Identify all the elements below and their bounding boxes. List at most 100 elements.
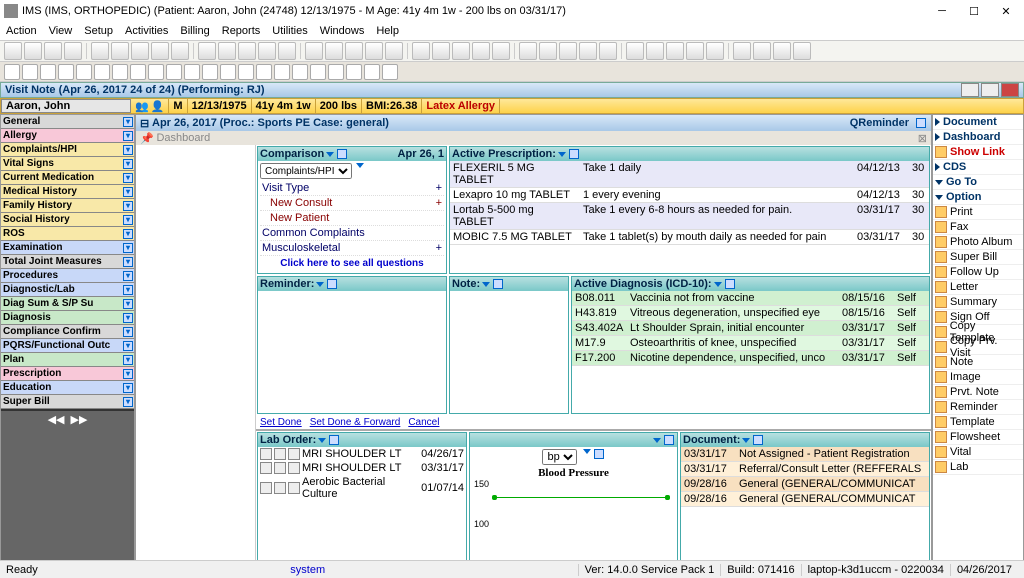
chevron-down-icon[interactable]: ▾ <box>123 355 133 365</box>
rnav-prvt-note[interactable]: Prvt. Note <box>933 385 1023 400</box>
nav-prev-icon[interactable]: ◀◀ <box>48 413 65 426</box>
rnav-go-to[interactable]: Go To <box>933 175 1023 190</box>
dropdown-icon[interactable] <box>742 438 750 443</box>
rnav-summary[interactable]: Summary <box>933 295 1023 310</box>
subtoolbar-icon[interactable] <box>202 64 218 80</box>
toolbar-icon[interactable] <box>345 42 363 60</box>
chevron-down-icon[interactable]: ▾ <box>123 131 133 141</box>
toolbar-icon[interactable] <box>44 42 62 60</box>
toolbar-icon[interactable] <box>218 42 236 60</box>
toolbar-icon[interactable] <box>793 42 811 60</box>
chevron-down-icon[interactable]: ▾ <box>123 201 133 211</box>
toolbar-icon[interactable] <box>198 42 216 60</box>
nav-allergy[interactable]: Allergy▾ <box>1 129 134 143</box>
diag-row[interactable]: M17.9Osteoarthritis of knee, unspecified… <box>572 336 929 351</box>
maximize-button[interactable]: ☐ <box>960 2 988 20</box>
rnav-flowsheet[interactable]: Flowsheet <box>933 430 1023 445</box>
toolbar-icon[interactable] <box>539 42 557 60</box>
rnav-copy-prv-visit[interactable]: Copy Prv. Visit <box>933 340 1023 355</box>
nav-family-history[interactable]: Family History▾ <box>1 199 134 213</box>
dropdown-icon[interactable] <box>714 282 722 287</box>
rnav-reminder[interactable]: Reminder <box>933 400 1023 415</box>
subtoolbar-icon[interactable] <box>130 64 146 80</box>
menu-billing[interactable]: Billing <box>180 25 209 37</box>
comparison-dropdown[interactable]: Complaints/HPI <box>260 163 352 179</box>
dropdown-icon[interactable] <box>482 282 490 287</box>
rx-row[interactable]: FLEXERIL 5 MG TABLETTake 1 daily04/12/13… <box>450 161 929 188</box>
toolbar-icon[interactable] <box>753 42 771 60</box>
toolbar-icon[interactable] <box>599 42 617 60</box>
rx-row[interactable]: Lexapro 10 mg TABLET1 every evening04/12… <box>450 188 929 203</box>
nav-vital-signs[interactable]: Vital Signs▾ <box>1 157 134 171</box>
panel-menu-icon[interactable] <box>569 149 579 159</box>
toolbar-icon[interactable] <box>519 42 537 60</box>
dropdown-icon[interactable] <box>318 438 326 443</box>
subtoolbar-icon[interactable] <box>274 64 290 80</box>
nav-compliance-confirm[interactable]: Compliance Confirm▾ <box>1 325 134 339</box>
people-icon[interactable]: 👥 <box>135 100 149 113</box>
panel-menu-icon[interactable] <box>753 435 763 445</box>
diag-row[interactable]: B08.011Vaccinia not from vaccine08/15/16… <box>572 291 929 306</box>
lab-icon[interactable] <box>260 462 272 474</box>
rnav-fax[interactable]: Fax <box>933 220 1023 235</box>
panel-menu-icon[interactable] <box>664 435 674 445</box>
comparison-line[interactable]: New Patient <box>260 211 444 226</box>
chevron-down-icon[interactable]: ▾ <box>123 341 133 351</box>
toolbar-icon[interactable] <box>64 42 82 60</box>
menu-help[interactable]: Help <box>376 25 399 37</box>
toolbar-icon[interactable] <box>773 42 791 60</box>
toolbar-icon[interactable] <box>4 42 22 60</box>
toolbar-icon[interactable] <box>24 42 42 60</box>
subtoolbar-icon[interactable] <box>292 64 308 80</box>
dropdown-icon[interactable] <box>326 152 334 157</box>
vn-maximize-button[interactable] <box>981 83 999 97</box>
chevron-down-icon[interactable]: ▾ <box>123 271 133 281</box>
lab-row[interactable]: MRI SHOULDER LT04/26/17 <box>258 447 466 461</box>
menu-view[interactable]: View <box>49 25 73 37</box>
subtoolbar-icon[interactable] <box>94 64 110 80</box>
rnav-cds[interactable]: CDS <box>933 160 1023 175</box>
lab-icon[interactable] <box>274 462 286 474</box>
rnav-dashboard[interactable]: Dashboard <box>933 130 1023 145</box>
rnav-template[interactable]: Template <box>933 415 1023 430</box>
dropdown-icon[interactable] <box>356 163 364 168</box>
lab-icon[interactable] <box>288 462 300 474</box>
nav-prescription[interactable]: Prescription▾ <box>1 367 134 381</box>
nav-plan[interactable]: Plan▾ <box>1 353 134 367</box>
nav-pqrs-functional-outc[interactable]: PQRS/Functional Outc▾ <box>1 339 134 353</box>
panel-menu-icon[interactable] <box>594 449 604 459</box>
collapse-icon[interactable]: ⊟ <box>140 117 149 130</box>
qreminder-icon[interactable] <box>916 118 926 128</box>
toolbar-icon[interactable] <box>111 42 129 60</box>
chevron-down-icon[interactable]: ▾ <box>123 257 133 267</box>
nav-complaints-hpi[interactable]: Complaints/HPI▾ <box>1 143 134 157</box>
toolbar-icon[interactable] <box>686 42 704 60</box>
nav-social-history[interactable]: Social History▾ <box>1 213 134 227</box>
subtoolbar-icon[interactable] <box>256 64 272 80</box>
nav-procedures[interactable]: Procedures▾ <box>1 269 134 283</box>
toolbar-icon[interactable] <box>278 42 296 60</box>
diag-row[interactable]: H43.819Vitreous degeneration, unspecifie… <box>572 306 929 321</box>
lab-icon[interactable] <box>288 482 300 494</box>
menu-windows[interactable]: Windows <box>320 25 365 37</box>
nav-education[interactable]: Education▾ <box>1 381 134 395</box>
toolbar-icon[interactable] <box>412 42 430 60</box>
panel-menu-icon[interactable] <box>327 279 337 289</box>
set-done-link[interactable]: Set Done <box>260 417 302 428</box>
subtoolbar-icon[interactable] <box>220 64 236 80</box>
toolbar-icon[interactable] <box>706 42 724 60</box>
chevron-down-icon[interactable]: ▾ <box>123 327 133 337</box>
toolbar-icon[interactable] <box>626 42 644 60</box>
nav-ros[interactable]: ROS▾ <box>1 227 134 241</box>
dropdown-icon[interactable] <box>583 449 591 454</box>
menu-activities[interactable]: Activities <box>125 25 168 37</box>
rnav-document[interactable]: Document <box>933 115 1023 130</box>
subtoolbar-icon[interactable] <box>310 64 326 80</box>
nav-diagnosis[interactable]: Diagnosis▾ <box>1 311 134 325</box>
rnav-letter[interactable]: Letter <box>933 280 1023 295</box>
vn-close-button[interactable] <box>1001 83 1019 97</box>
nav-next-icon[interactable]: ▶▶ <box>71 413 88 426</box>
toolbar-icon[interactable] <box>365 42 383 60</box>
rnav-lab[interactable]: Lab <box>933 460 1023 475</box>
subtoolbar-icon[interactable] <box>58 64 74 80</box>
